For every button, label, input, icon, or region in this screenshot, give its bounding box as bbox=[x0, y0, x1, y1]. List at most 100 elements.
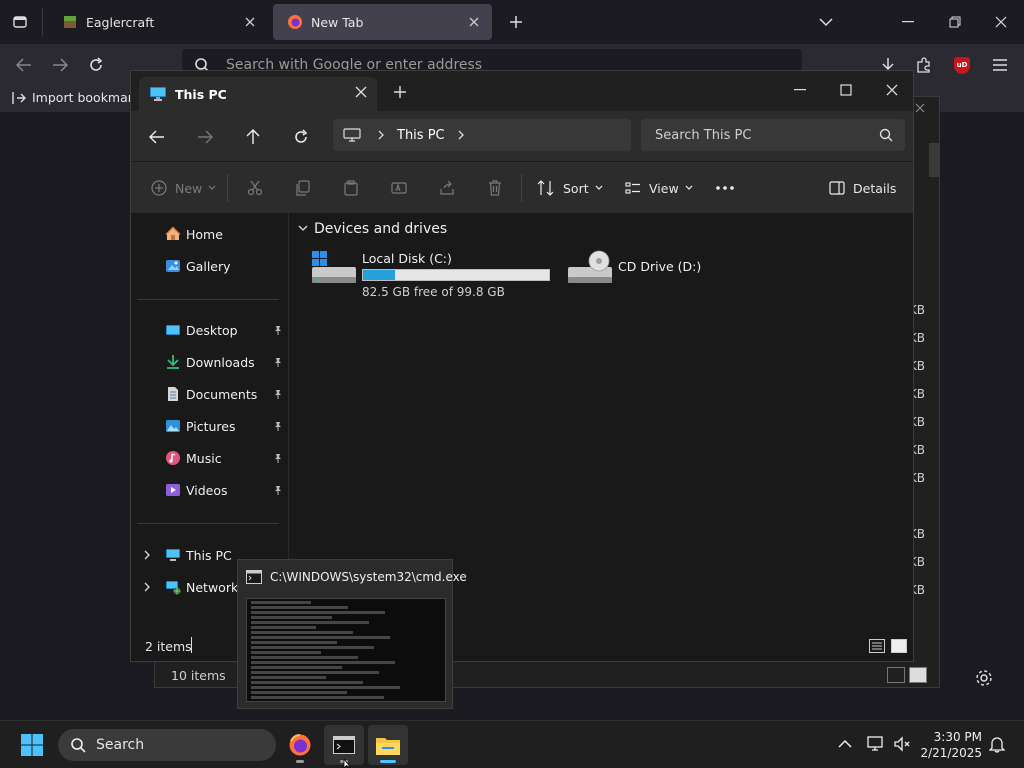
cmd-taskbar-preview[interactable]: C:\WINDOWS\system32\cmd.exe bbox=[237, 559, 467, 709]
chevron-down-icon bbox=[595, 185, 603, 190]
paste-button[interactable] bbox=[343, 176, 359, 200]
sort-button[interactable]: Sort bbox=[537, 176, 603, 200]
sidebar-item-pictures[interactable]: Pictures bbox=[165, 413, 236, 439]
share-button[interactable] bbox=[439, 176, 455, 200]
chevron-right-icon[interactable] bbox=[143, 550, 151, 560]
taskbar-firefox[interactable] bbox=[280, 725, 320, 765]
rename-button[interactable] bbox=[391, 176, 407, 200]
back-arrow-icon[interactable] bbox=[10, 51, 38, 79]
settings-gear-icon[interactable] bbox=[970, 664, 998, 692]
explorer-tab-this-pc[interactable]: This PC bbox=[139, 77, 377, 111]
sidebar-item-this-pc[interactable]: This PC bbox=[165, 542, 232, 568]
forward-arrow-icon[interactable] bbox=[191, 123, 219, 151]
status-item-count: 10 items bbox=[171, 668, 226, 683]
close-icon[interactable] bbox=[355, 86, 367, 98]
tab-new-tab[interactable]: New Tab bbox=[273, 4, 492, 40]
drive-usage-fill bbox=[363, 270, 396, 280]
details-view-icon[interactable] bbox=[887, 667, 905, 683]
sidebar-item-documents[interactable]: Documents bbox=[165, 381, 257, 407]
more-options-button[interactable] bbox=[715, 176, 735, 200]
cut-button[interactable] bbox=[247, 176, 263, 200]
drive-tile-c[interactable]: Local Disk (C:) 82.5 GB free of 99.8 GB bbox=[304, 247, 564, 299]
ellipsis-icon bbox=[716, 186, 734, 190]
close-icon[interactable] bbox=[915, 103, 925, 113]
drive-tile-d[interactable]: CD Drive (D:) bbox=[562, 247, 762, 297]
chevron-right-icon[interactable] bbox=[457, 130, 465, 140]
reload-icon[interactable] bbox=[82, 51, 110, 79]
breadcrumb-this-pc[interactable]: This PC bbox=[397, 128, 445, 143]
sidebar-item-desktop[interactable]: Desktop bbox=[165, 317, 238, 343]
details-view-icon[interactable] bbox=[869, 639, 885, 653]
firefox-icon bbox=[288, 15, 302, 29]
home-icon bbox=[165, 226, 181, 240]
close-window-icon[interactable] bbox=[987, 8, 1015, 36]
clipboard-icon bbox=[344, 180, 358, 196]
firefox-icon bbox=[289, 734, 311, 756]
sidebar-item-home[interactable]: Home bbox=[165, 221, 223, 247]
desktop-icon bbox=[166, 325, 180, 335]
pin-icon bbox=[273, 325, 283, 335]
firefox-view-icon[interactable] bbox=[6, 8, 34, 36]
restore-icon[interactable] bbox=[941, 8, 969, 36]
sidebar-item-videos[interactable]: Videos bbox=[165, 477, 228, 503]
folder-icon bbox=[376, 738, 400, 755]
close-window-icon[interactable] bbox=[869, 75, 915, 105]
view-button[interactable]: View bbox=[625, 176, 693, 200]
new-tab-plus-icon[interactable] bbox=[502, 8, 530, 36]
gallery-icon bbox=[166, 260, 180, 272]
maximize-icon[interactable] bbox=[823, 75, 869, 105]
refresh-icon[interactable] bbox=[287, 123, 315, 151]
search-box[interactable]: Search This PC bbox=[641, 119, 905, 151]
pin-icon bbox=[273, 357, 283, 367]
cmd-preview-image bbox=[246, 598, 446, 702]
sidebar-item-music[interactable]: Music bbox=[165, 445, 222, 471]
sidebar-item-downloads[interactable]: Downloads bbox=[165, 349, 255, 375]
mouse-cursor-icon bbox=[343, 759, 352, 768]
volume-muted-icon[interactable] bbox=[890, 731, 914, 757]
sidebar-item-gallery[interactable]: Gallery bbox=[165, 253, 231, 279]
rename-icon bbox=[391, 182, 407, 194]
pin-icon bbox=[273, 389, 283, 399]
new-button[interactable]: New bbox=[151, 176, 216, 200]
delete-button[interactable] bbox=[487, 176, 503, 200]
chevron-right-icon[interactable] bbox=[143, 582, 151, 592]
new-tab-plus-icon[interactable] bbox=[393, 85, 407, 99]
network-status-icon[interactable] bbox=[864, 731, 888, 757]
details-pane-button[interactable]: Details bbox=[829, 176, 896, 200]
tab-eaglercraft[interactable]: Eaglercraft bbox=[48, 4, 268, 40]
taskbar-clock[interactable]: 3:30 PM 2/21/2025 bbox=[920, 729, 982, 761]
sidebar-item-network[interactable]: Network bbox=[165, 574, 238, 600]
address-bar[interactable]: This PC bbox=[333, 119, 631, 151]
status-item-count: 2 items bbox=[145, 639, 192, 654]
tiles-view-icon[interactable] bbox=[891, 639, 907, 653]
sidebar-divider bbox=[137, 523, 279, 524]
close-icon[interactable] bbox=[466, 14, 482, 30]
taskbar-search[interactable]: Search bbox=[58, 729, 276, 761]
notifications-bell-icon[interactable] bbox=[986, 731, 1008, 757]
minimize-icon[interactable] bbox=[894, 8, 922, 36]
ublock-origin-icon[interactable]: uD bbox=[948, 51, 976, 79]
cmd-icon bbox=[246, 570, 262, 584]
back-arrow-icon[interactable] bbox=[143, 123, 171, 151]
copy-button[interactable] bbox=[295, 176, 311, 200]
pictures-icon bbox=[166, 420, 180, 432]
new-label: New bbox=[175, 180, 203, 196]
pin-icon bbox=[273, 453, 283, 463]
tiles-view-icon[interactable] bbox=[909, 667, 927, 683]
clock-date: 2/21/2025 bbox=[920, 746, 982, 760]
forward-arrow-icon[interactable] bbox=[46, 51, 74, 79]
list-all-tabs-chevron-icon[interactable] bbox=[812, 8, 840, 36]
downloads-icon bbox=[167, 355, 179, 369]
chevron-down-icon bbox=[685, 185, 693, 190]
tab-title: New Tab bbox=[311, 14, 364, 30]
group-header-devices[interactable]: Devices and drives bbox=[298, 221, 447, 237]
hamburger-menu-icon[interactable] bbox=[986, 51, 1014, 79]
close-icon[interactable] bbox=[242, 14, 258, 30]
minimize-icon[interactable] bbox=[777, 75, 823, 105]
show-hidden-icons-chevron-up-icon[interactable] bbox=[832, 731, 858, 757]
up-arrow-icon[interactable] bbox=[239, 123, 267, 151]
taskbar-file-explorer[interactable] bbox=[368, 725, 408, 765]
cmd-icon bbox=[333, 736, 355, 754]
start-button[interactable] bbox=[12, 725, 52, 765]
chevron-right-icon bbox=[378, 130, 384, 140]
